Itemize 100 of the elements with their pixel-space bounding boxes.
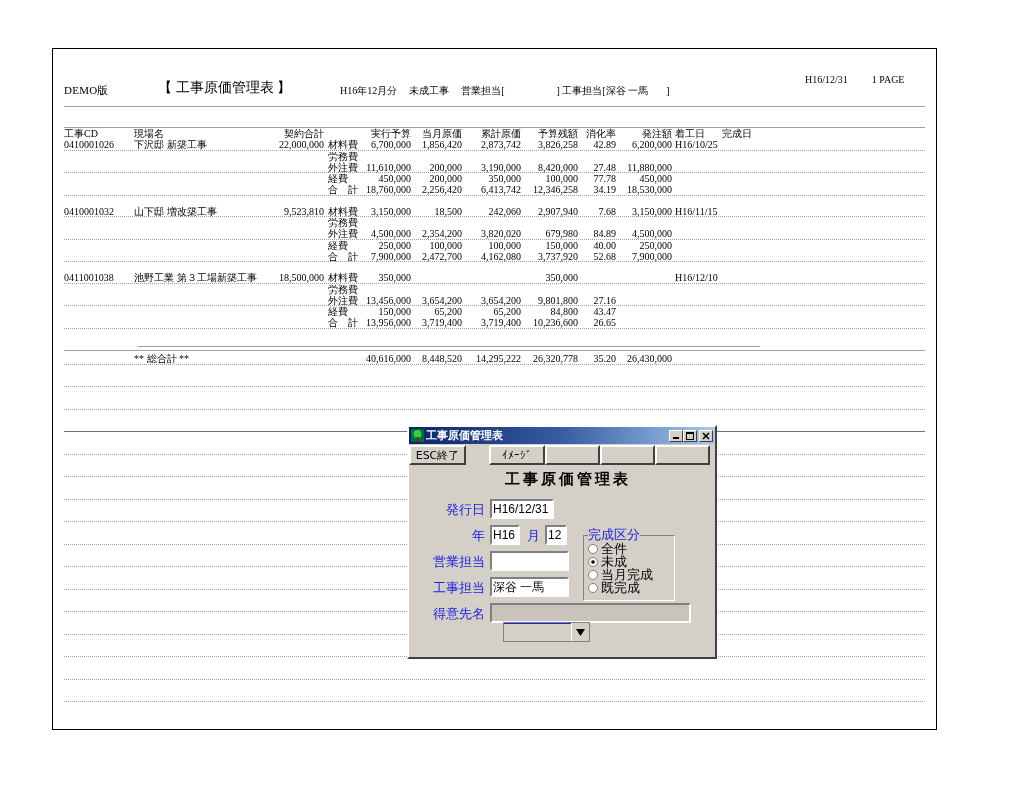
column-header: 累計原価 <box>480 128 521 140</box>
table-cell-text: 外注費 <box>327 294 359 307</box>
table-cell-text: 4,500,000 <box>370 228 411 240</box>
column-header: 実行予算 <box>370 128 411 140</box>
table-cell-text: 3,654,200 <box>480 294 521 307</box>
minimize-button[interactable] <box>669 429 683 442</box>
dropdown-field[interactable] <box>503 622 590 642</box>
group-label: 完成区分 <box>588 528 640 542</box>
table-cell-text: 経費 <box>327 306 348 318</box>
table-cell-text: 4,162,080 <box>480 250 521 263</box>
window-title: 工事原価管理表 <box>426 430 503 441</box>
radio-option[interactable]: 全件 <box>588 542 674 555</box>
table-cell-text: 2,256,420 <box>421 184 462 196</box>
table-cell-text: 3,719,400 <box>480 317 521 329</box>
table-cell-text: 材料費 <box>327 139 359 151</box>
table-cell-text: 26,320,778 <box>532 352 578 365</box>
table-cell-text: 100,000 <box>487 239 521 251</box>
maximize-icon <box>686 431 694 440</box>
table-cell-text: 労務費 <box>327 150 359 162</box>
header-text: H16年12月分 <box>340 85 398 97</box>
close-button[interactable] <box>699 429 713 442</box>
table-cell-text: 2,873,742 <box>480 139 521 151</box>
table-cell-text: 200,000 <box>428 173 462 185</box>
table-cell-text: 材料費 <box>327 205 359 218</box>
radio-button[interactable] <box>588 543 598 554</box>
table-cell-text: 10,236,600 <box>532 317 578 329</box>
table-cell-text: 34.19 <box>592 184 616 196</box>
toolbar-button[interactable]: ｲﾒｰｼﾞ <box>489 445 545 465</box>
table-cell-text: 7.68 <box>597 205 616 218</box>
table-cell-text: 100,000 <box>428 239 462 251</box>
table-cell-text: 14,295,222 <box>475 352 521 365</box>
field-label: 発行日 <box>445 502 485 516</box>
table-cell-text: 3,190,000 <box>480 161 521 174</box>
column-header: 予算残額 <box>537 128 578 140</box>
table-cell-text: 6,200,000 <box>631 139 672 151</box>
column-header: 着工日 <box>674 128 706 140</box>
table-cell-text: 18,760,000 <box>365 184 411 196</box>
toolbar-button[interactable] <box>600 445 655 465</box>
table-cell-text: 84.89 <box>592 228 616 240</box>
table-cell-text: 27.16 <box>592 294 616 307</box>
date-field[interactable]: H16/12/31 <box>490 499 554 519</box>
table-cell-text: 9,801,800 <box>537 294 578 307</box>
table-cell-text: 26,430,000 <box>626 352 672 365</box>
table-cell-text: 労務費 <box>327 283 359 295</box>
table-cell-text: 350,000 <box>377 272 411 284</box>
table-cell-text: 22,000,000 <box>278 139 324 151</box>
table-cell-text: 12,346,258 <box>532 184 578 196</box>
table-cell-text: 150,000 <box>377 306 411 318</box>
table-cell-text: 1,856,420 <box>421 139 462 151</box>
table-cell-text: H16/10/25 <box>674 139 719 151</box>
radio-button[interactable] <box>588 569 598 580</box>
table-cell-text: 労務費 <box>327 217 359 229</box>
table-cell-text: 山下邸 増改築工事 <box>134 205 218 218</box>
table-cell-text: 下沢邸 新築工事 <box>134 139 208 151</box>
minimize-icon <box>673 437 679 439</box>
dropdown-arrow-icon <box>576 628 585 636</box>
year-field[interactable]: H16 <box>490 525 520 545</box>
radio-option[interactable]: 未成 <box>588 555 674 568</box>
table-cell-text: H16/11/15 <box>674 205 719 218</box>
toolbar-button[interactable] <box>655 445 710 465</box>
table-cell-text: H16/12/10 <box>674 272 719 284</box>
table-cell-text: 100,000 <box>544 173 578 185</box>
table-cell-text: 9,523,810 <box>283 205 324 218</box>
table-cell-text: 3,737,920 <box>537 250 578 263</box>
table-cell-text: 3,826,258 <box>537 139 578 151</box>
field-label: 営業担当 <box>432 554 485 568</box>
close-icon <box>702 431 710 440</box>
input-field[interactable] <box>490 551 569 571</box>
table-cell-text: 18,500,000 <box>278 272 324 284</box>
table-cell-text: 350,000 <box>544 272 578 284</box>
table-cell-text: 13,956,000 <box>365 317 411 329</box>
table-cell-text: 13,456,000 <box>365 294 411 307</box>
month-field[interactable]: 12 <box>545 525 567 545</box>
table-cell-text: 77.78 <box>592 173 616 185</box>
table-cell-text: 0410001026 <box>64 139 115 151</box>
tree-icon <box>411 429 424 442</box>
toolbar-button[interactable]: ESC終了 <box>409 445 466 465</box>
radio-option[interactable]: 既完成 <box>588 581 674 594</box>
input-field[interactable]: 深谷 一馬 <box>490 577 569 597</box>
table-cell-text: 7,900,000 <box>370 250 411 263</box>
radio-option[interactable]: 当月完成 <box>588 568 674 581</box>
table-cell-text: 42.89 <box>592 139 616 151</box>
radio-button[interactable] <box>588 556 598 567</box>
table-cell-text: 18,530,000 <box>626 184 672 196</box>
column-header: 契約合計 <box>283 128 324 140</box>
table-cell-text: 6,413,742 <box>480 184 521 196</box>
toolbar-button[interactable] <box>545 445 600 465</box>
column-header: 現場名 <box>134 128 165 140</box>
edition-label: DEMO版 <box>64 83 110 97</box>
maximize-button[interactable] <box>683 429 697 442</box>
field-label: 年 <box>471 528 485 542</box>
column-header: 当月原価 <box>421 128 462 140</box>
table-cell-text: 8,420,000 <box>537 161 578 174</box>
field-label: 得意先名 <box>432 606 485 620</box>
table-cell-text: 450,000 <box>638 173 672 185</box>
table-cell-text: 200,000 <box>428 161 462 174</box>
table-cell-text: 外注費 <box>327 228 359 240</box>
radio-button[interactable] <box>588 582 598 593</box>
table-cell-text: 合 計 <box>327 317 359 329</box>
table-cell-text: 150,000 <box>544 239 578 251</box>
